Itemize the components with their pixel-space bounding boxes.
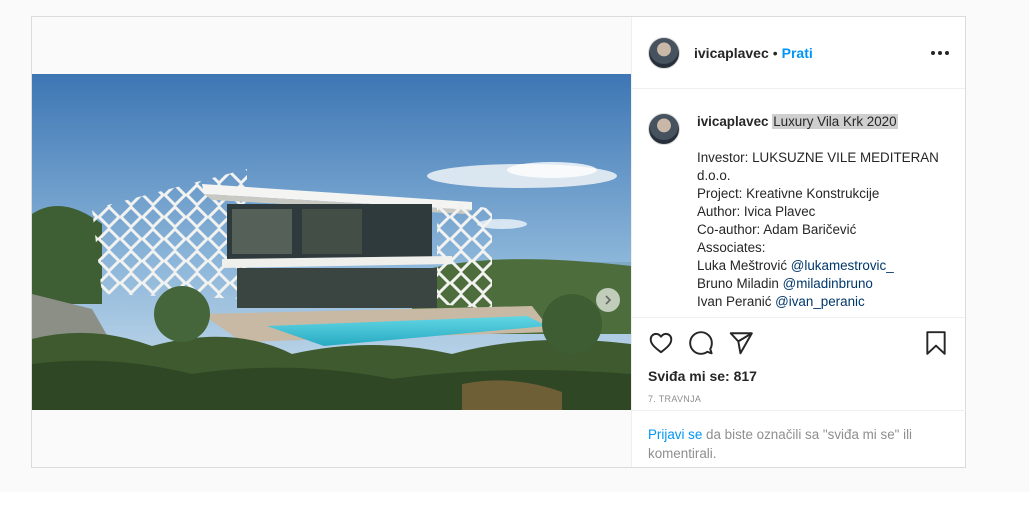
- caption-line: Associates:: [697, 240, 766, 255]
- associate-name: Ivan Peranić: [697, 294, 772, 309]
- like-count[interactable]: Sviđa mi se: 817: [632, 368, 965, 390]
- bookmark-icon[interactable]: [923, 330, 949, 356]
- caption-title: Luxury Vila Krk 2020: [772, 114, 898, 129]
- caption-line: Author: Ivica Plavec: [697, 204, 816, 219]
- username-link[interactable]: ivicaplavec: [694, 45, 769, 61]
- mention-link[interactable]: @lukamestrovic_: [791, 258, 894, 273]
- post-card: ivicaplavec • Prati ivicaplavec Luxury V…: [31, 16, 966, 468]
- media-pane: [32, 17, 631, 467]
- post-photo[interactable]: [32, 74, 631, 410]
- associate-name: Bruno Miladin: [697, 276, 779, 291]
- heart-icon[interactable]: [648, 330, 674, 356]
- mention-link[interactable]: @ivan_peranic: [775, 294, 865, 309]
- chevron-right-icon: [605, 295, 612, 305]
- caption-line: d.o.o.: [697, 168, 731, 183]
- login-link[interactable]: Prijavi se: [648, 427, 702, 442]
- caption-text: ivicaplavec Luxury Vila Krk 2020 Investo…: [697, 113, 939, 317]
- villa-render-image: [32, 74, 631, 410]
- action-bar: [632, 318, 965, 368]
- carousel-next-button[interactable]: [596, 288, 620, 312]
- caption-line: Project: Kreativne Konstrukcije: [697, 186, 880, 201]
- mention-link[interactable]: @miladinbruno: [783, 276, 873, 291]
- caption-line: Investor: LUKSUZNE VILE MEDITERAN: [697, 150, 939, 165]
- associate-name: Luka Meštrović: [697, 258, 788, 273]
- avatar[interactable]: [648, 113, 680, 145]
- share-icon[interactable]: [728, 330, 754, 356]
- separator-dot: •: [772, 44, 778, 61]
- associate-line: Ivan Peranić @ivan_peranic: [697, 293, 939, 311]
- post-sidebar: ivicaplavec • Prati ivicaplavec Luxury V…: [631, 17, 966, 467]
- follow-button[interactable]: Prati: [782, 45, 813, 61]
- caption-line: Co-author: Adam Baričević: [697, 222, 857, 237]
- caption-section: ivicaplavec Luxury Vila Krk 2020 Investo…: [632, 89, 965, 318]
- associate-line: Luka Meštrović @lukamestrovic_: [697, 257, 939, 275]
- caption-username[interactable]: ivicaplavec: [697, 114, 768, 129]
- more-options-icon[interactable]: [931, 45, 949, 61]
- avatar[interactable]: [648, 36, 680, 69]
- post-header: ivicaplavec • Prati: [632, 17, 965, 89]
- login-prompt: Prijavi se da biste označili sa "sviđa m…: [632, 410, 966, 477]
- associate-line: Bruno Miladin @miladinbruno: [697, 275, 939, 293]
- comment-icon[interactable]: [688, 330, 714, 356]
